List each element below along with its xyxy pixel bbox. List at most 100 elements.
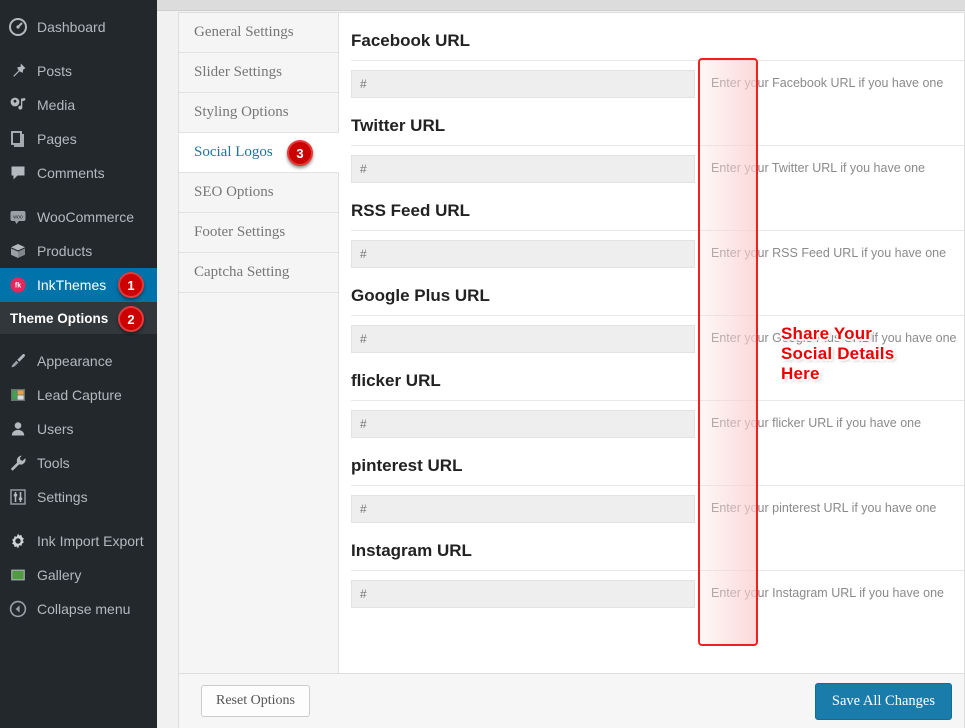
dashboard-icon bbox=[8, 17, 28, 37]
sidebar-item-label: Gallery bbox=[37, 567, 82, 583]
sidebar-item-label: Lead Capture bbox=[37, 387, 122, 403]
instagram-url-input[interactable]: # bbox=[351, 580, 695, 608]
field-instagram-url: Instagram URL # Enter your Instagram URL… bbox=[351, 523, 964, 608]
sidebar-item-pages[interactable]: Pages bbox=[0, 122, 157, 156]
google-plus-url-input[interactable]: # bbox=[351, 325, 695, 353]
products-box-icon bbox=[8, 241, 28, 261]
tab-social-logos[interactable]: Social Logos 3 bbox=[179, 133, 339, 173]
sidebar-item-gallery[interactable]: Gallery bbox=[0, 558, 157, 592]
collapse-arrow-icon bbox=[8, 599, 28, 619]
sidebar-item-settings[interactable]: Settings bbox=[0, 480, 157, 514]
sidebar-item-tools[interactable]: Tools bbox=[0, 446, 157, 480]
tab-label: SEO Options bbox=[194, 184, 274, 200]
sidebar-item-label: Ink Import Export bbox=[37, 533, 144, 549]
field-row: # Enter your pinterest URL if you have o… bbox=[351, 486, 964, 523]
sidebar-item-collapse-menu[interactable]: Collapse menu bbox=[0, 592, 157, 626]
field-facebook-url: Facebook URL # Enter your Facebook URL i… bbox=[351, 13, 964, 98]
field-description: Enter your Twitter URL if you have one bbox=[711, 161, 925, 175]
sidebar-item-ink-import-export[interactable]: Ink Import Export bbox=[0, 524, 157, 558]
pinterest-url-input[interactable]: # bbox=[351, 495, 695, 523]
field-google-plus-url: Google Plus URL # Enter your Google Plus… bbox=[351, 268, 964, 353]
tab-styling-options[interactable]: Styling Options bbox=[179, 93, 338, 133]
field-heading: RSS Feed URL bbox=[351, 195, 964, 231]
field-pinterest-url: pinterest URL # Enter your pinterest URL… bbox=[351, 438, 964, 523]
sidebar-item-dashboard[interactable]: Dashboard bbox=[0, 10, 157, 44]
sidebar-item-posts[interactable]: Posts bbox=[0, 54, 157, 88]
comments-icon bbox=[8, 163, 28, 183]
gallery-icon bbox=[8, 565, 28, 585]
field-description: Enter your Instagram URL if you have one bbox=[711, 586, 944, 600]
woocommerce-icon: woo bbox=[8, 207, 28, 227]
media-icon bbox=[8, 95, 28, 115]
field-description: Enter your Google Plus URL if you have o… bbox=[711, 331, 957, 345]
field-description: Enter your pinterest URL if you have one bbox=[711, 501, 937, 515]
annotation-badge-1: 1 bbox=[118, 272, 144, 298]
field-heading: flicker URL bbox=[351, 365, 964, 401]
tab-label: Footer Settings bbox=[194, 224, 286, 240]
field-rss-feed-url: RSS Feed URL # Enter your RSS Feed URL i… bbox=[351, 183, 964, 268]
sliders-icon bbox=[8, 487, 28, 507]
sidebar-item-label: Users bbox=[37, 421, 74, 437]
annotation-badge-3: 3 bbox=[287, 140, 313, 166]
sidebar-item-label: Settings bbox=[37, 489, 88, 505]
pin-icon bbox=[8, 61, 28, 81]
tab-label: Slider Settings bbox=[194, 64, 282, 80]
user-icon bbox=[8, 419, 28, 439]
field-row: # Enter your Instagram URL if you have o… bbox=[351, 571, 964, 608]
tab-footer-settings[interactable]: Footer Settings bbox=[179, 213, 338, 253]
field-heading: pinterest URL bbox=[351, 450, 964, 486]
field-row: # Enter your Google Plus URL if you have… bbox=[351, 316, 964, 353]
admin-top-strip bbox=[157, 0, 965, 11]
pages-icon bbox=[8, 129, 28, 149]
field-flicker-url: flicker URL # Enter your flicker URL if … bbox=[351, 353, 964, 438]
save-all-changes-button[interactable]: Save All Changes bbox=[814, 682, 952, 720]
tab-label: Styling Options bbox=[194, 104, 289, 120]
sidebar-item-label: Comments bbox=[37, 165, 105, 181]
tab-label: Social Logos bbox=[194, 144, 273, 160]
sidebar-item-woocommerce[interactable]: woo WooCommerce bbox=[0, 200, 157, 234]
rss-feed-url-input[interactable]: # bbox=[351, 240, 695, 268]
sidebar-item-label: Pages bbox=[37, 131, 77, 147]
facebook-url-input[interactable]: # bbox=[351, 70, 695, 98]
tab-slider-settings[interactable]: Slider Settings bbox=[179, 53, 338, 93]
field-heading: Twitter URL bbox=[351, 110, 964, 146]
annotation-badge-2: 2 bbox=[118, 306, 144, 332]
sidebar-item-label: Collapse menu bbox=[37, 601, 131, 617]
sidebar-item-comments[interactable]: Comments bbox=[0, 156, 157, 190]
sidebar-item-label: Products bbox=[37, 243, 93, 259]
brush-icon bbox=[8, 351, 28, 371]
screen: Dashboard Posts Media Pages Comments woo… bbox=[0, 0, 965, 728]
sidebar-item-label: Appearance bbox=[37, 353, 113, 369]
sidebar-item-label: InkThemes bbox=[37, 277, 107, 293]
svg-text:woo: woo bbox=[13, 214, 23, 220]
sidebar-item-users[interactable]: Users bbox=[0, 412, 157, 446]
flicker-url-input[interactable]: # bbox=[351, 410, 695, 438]
tab-captcha-setting[interactable]: Captcha Setting bbox=[179, 253, 338, 293]
sidebar-subitem-label: Theme Options bbox=[10, 310, 109, 326]
wp-admin-sidebar: Dashboard Posts Media Pages Comments woo… bbox=[0, 0, 165, 728]
field-row: # Enter your Twitter URL if you have one bbox=[351, 146, 964, 183]
sidebar-item-lead-capture[interactable]: Lead Capture bbox=[0, 378, 157, 412]
reset-options-button[interactable]: Reset Options bbox=[201, 685, 310, 717]
tab-seo-options[interactable]: SEO Options bbox=[179, 173, 338, 213]
wrench-icon bbox=[8, 453, 28, 473]
field-row: # Enter your flicker URL if you have one bbox=[351, 401, 964, 438]
sidebar-item-label: WooCommerce bbox=[37, 209, 134, 225]
twitter-url-input[interactable]: # bbox=[351, 155, 695, 183]
sidebar-item-label: Tools bbox=[37, 455, 70, 471]
tab-general-settings[interactable]: General Settings bbox=[179, 13, 338, 53]
sidebar-item-products[interactable]: Products bbox=[0, 234, 157, 268]
sidebar-item-media[interactable]: Media bbox=[0, 88, 157, 122]
social-logos-form: Facebook URL # Enter your Facebook URL i… bbox=[339, 13, 964, 673]
sidebar-item-appearance[interactable]: Appearance bbox=[0, 344, 157, 378]
field-twitter-url: Twitter URL # Enter your Twitter URL if … bbox=[351, 98, 964, 183]
field-description: Enter your RSS Feed URL if you have one bbox=[711, 246, 947, 260]
field-row: # Enter your Facebook URL if you have on… bbox=[351, 61, 964, 98]
theme-options-panel: General Settings Slider Settings Styling… bbox=[178, 12, 965, 728]
panel-body: General Settings Slider Settings Styling… bbox=[179, 13, 964, 673]
